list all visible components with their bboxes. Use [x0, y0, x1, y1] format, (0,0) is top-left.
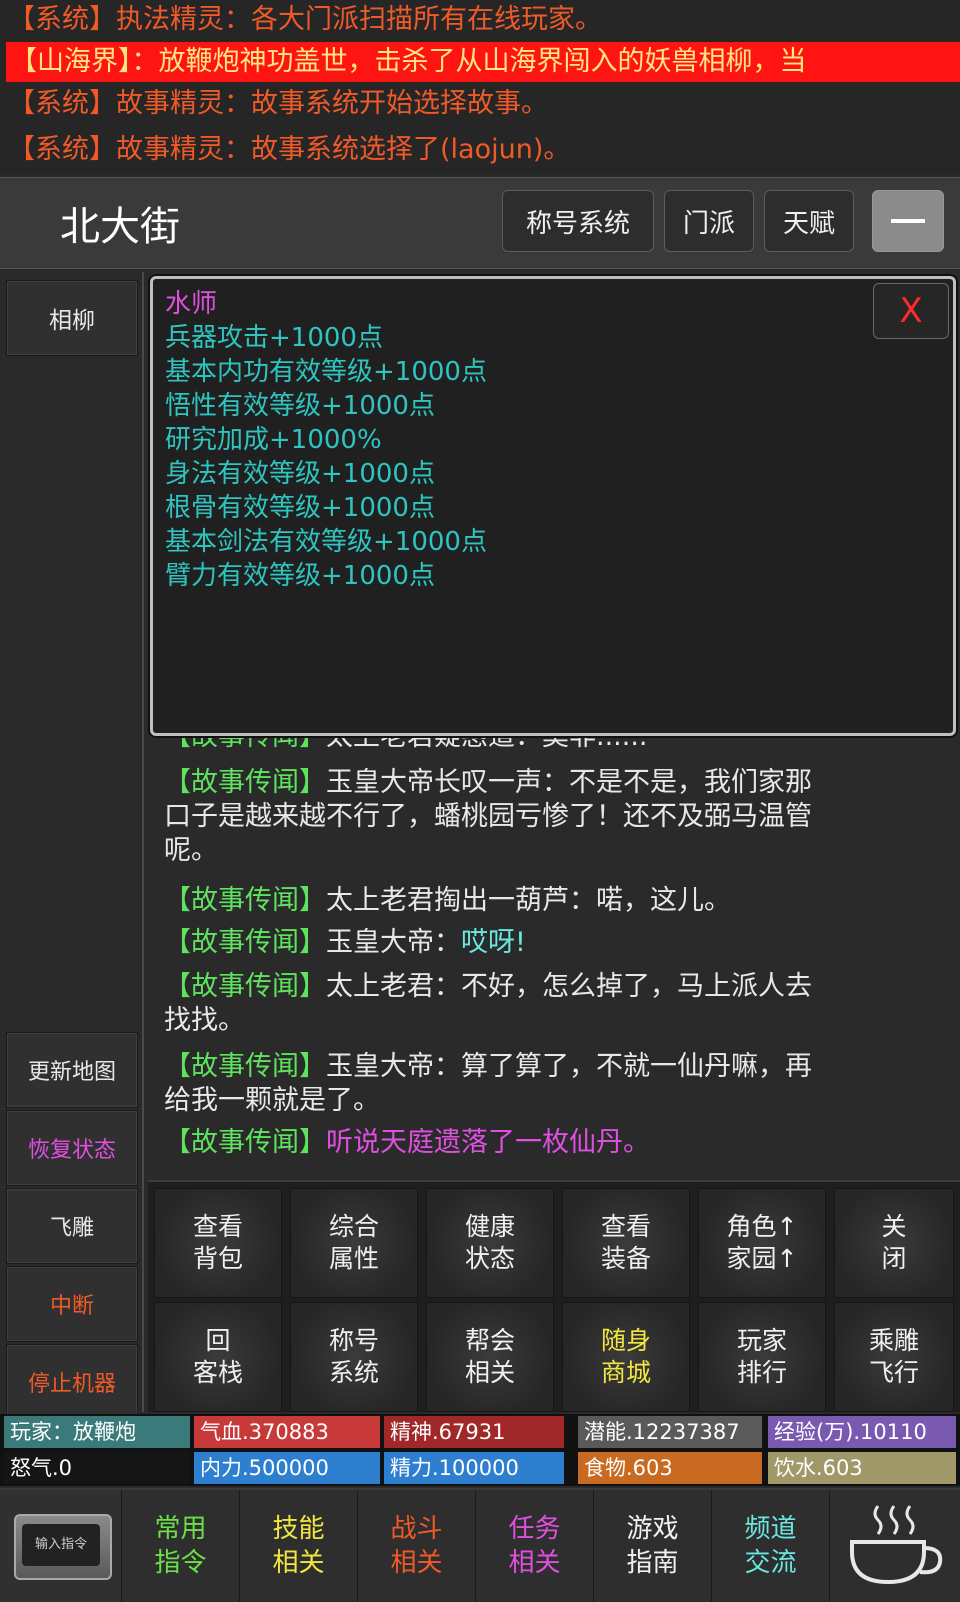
story-tag: 【故事传闻】 [164, 971, 326, 1002]
nav-label: 游戏 [626, 1514, 679, 1544]
stop-machine-button[interactable]: 停止机器 [6, 1344, 138, 1420]
popup-attribute: 悟性有效等级+1000点 [165, 391, 435, 421]
neili-bar: 内力.500000 [194, 1452, 380, 1484]
story-line: 【故事传闻】太上老君：不好，怎么掉了，马上派人去 找找。 [164, 971, 812, 1036]
food-bar: 食物.603 [578, 1452, 762, 1484]
popup-attribute: 身法有效等级+1000点 [165, 459, 435, 489]
story-line: 【故事传闻】听说天庭遗落了一枚仙丹。 [164, 1127, 650, 1158]
health-status-button[interactable]: 健康 状态 [426, 1188, 554, 1298]
nav-label: 相关 [390, 1548, 443, 1578]
close-panel-button[interactable]: 关闭 [834, 1188, 954, 1298]
story-tag: 【故事传闻】 [164, 927, 326, 958]
minimize-icon [891, 219, 925, 223]
system-message-highlight: 【山海界】：放鞭炮神功盖世，击杀了从山海界闯入的妖兽相柳，当 [6, 42, 960, 82]
story-tag: 【故事传闻】 [164, 885, 326, 916]
popup-attribute: 基本剑法有效等级+1000点 [165, 527, 487, 557]
eagle-flight-button[interactable]: 乘雕 飞行 [834, 1302, 954, 1412]
nav-label: 指令 [154, 1548, 207, 1578]
nav-label: 指南 [626, 1548, 679, 1578]
system-message-panel: 【系统】执法精灵：各大门派扫描所有在线玩家。 【山海界】：放鞭炮神功盖世，击杀了… [0, 0, 960, 175]
guild-button[interactable]: 帮会 相关 [426, 1302, 554, 1412]
story-tag: 【故事传闻】 [164, 1127, 326, 1158]
input-command-button[interactable]: 输入指令 [0, 1490, 122, 1602]
common-commands-button[interactable]: 常用 指令 [122, 1490, 240, 1602]
story-tag: 【故事传闻】 [164, 767, 326, 798]
system-message: 【系统】执法精灵：各大门派扫描所有在线玩家。 [8, 4, 602, 35]
popup-attribute: 基本内功有效等级+1000点 [165, 357, 487, 387]
ranking-button[interactable]: 玩家 排行 [698, 1302, 826, 1412]
nav-label: 频道 [744, 1514, 797, 1544]
player-name: 玩家：放鞭炮 [4, 1416, 190, 1448]
shop-button[interactable]: 随身 商城 [562, 1302, 690, 1412]
nav-label: 战斗 [390, 1514, 443, 1544]
hp-bar: 气血.370883 [194, 1416, 380, 1448]
popup-attribute: 根骨有效等级+1000点 [165, 493, 435, 523]
quests-button[interactable]: 任务 相关 [476, 1490, 594, 1602]
attributes-button[interactable]: 综合 属性 [290, 1188, 418, 1298]
story-line: 【故事传闻】玉皇大帝：哎呀! [164, 927, 526, 958]
story-line: 【故事传闻】太上老君掏出一葫芦：喏，这儿。 [164, 885, 731, 916]
return-inn-button[interactable]: 回客栈 [154, 1302, 282, 1412]
combat-button[interactable]: 战斗 相关 [358, 1490, 476, 1602]
title-system-grid-button[interactable]: 称号 系统 [290, 1302, 418, 1412]
game-guide-button[interactable]: 游戏 指南 [594, 1490, 712, 1602]
view-backpack-button[interactable]: 查看 背包 [154, 1188, 282, 1298]
nav-label: 常用 [154, 1514, 207, 1544]
nav-label: 相关 [272, 1548, 325, 1578]
role-home-button[interactable]: 角色↑ 家园↑ [698, 1188, 826, 1298]
bottom-navigation: 输入指令 常用 指令 技能 相关 战斗 相关 任务 相关 游戏 指南 频道 交流 [0, 1488, 960, 1602]
view-equipment-button[interactable]: 查看 装备 [562, 1188, 690, 1298]
nav-label: 任务 [508, 1514, 561, 1544]
system-message: 【系统】故事精灵：故事系统选择了(laojun)。 [8, 134, 571, 165]
potential-bar: 潜能.12237387 [578, 1416, 762, 1448]
sect-button[interactable]: 门派 [664, 190, 754, 252]
command-grid: 查看 背包 综合 属性 健康 状态 查看 装备 角色↑ 家园↑ 关闭 回客栈 称号 系统 帮… [148, 1180, 960, 1412]
channel-chat-button[interactable]: 频道 交流 [712, 1490, 830, 1602]
fly-eagle-button[interactable]: 飞雕 [6, 1188, 138, 1264]
popup-attribute: 臂力有效等级+1000点 [165, 561, 435, 591]
story-line: 【故事传闻】玉皇大帝长叹一声：不是不是，我们家那 口子是越来越不行了，蟠桃园亏惨… [164, 767, 812, 866]
nav-label: 技能 [272, 1514, 325, 1544]
story-line: 【故事传闻】玉皇大帝：算了算了，不就一仙丹嘛，再 给我一颗就是了。 [164, 1051, 812, 1116]
system-message: 【系统】故事精灵：故事系统开始选择故事。 [8, 88, 548, 119]
status-bars: 玩家：放鞭炮 气血.370883 精神.67931 潜能.12237387 经验… [0, 1414, 960, 1486]
npc-button[interactable]: 相柳 [6, 280, 138, 356]
story-tag: 【故事传闻】 [164, 1051, 326, 1082]
nav-label: 交流 [744, 1548, 797, 1578]
left-action-column: 相柳 更新地图 恢复状态 飞雕 中断 停止机器 [0, 272, 144, 1420]
interrupt-button[interactable]: 中断 [6, 1266, 138, 1342]
tea-cup-button[interactable] [830, 1490, 960, 1602]
location-header: 北大街 称号系统 门派 天赋 [0, 177, 960, 269]
nav-label: 相关 [508, 1548, 561, 1578]
popup-attribute: 研究加成+1000% [165, 425, 382, 455]
spirit-bar: 精神.67931 [384, 1416, 564, 1448]
keyboard-icon: 输入指令 [14, 1514, 112, 1580]
water-bar: 饮水.603 [768, 1452, 956, 1484]
jingli-bar: 精力.100000 [384, 1452, 564, 1484]
location-title: 北大街 [60, 204, 180, 250]
update-map-button[interactable]: 更新地图 [6, 1032, 138, 1108]
item-attribute-popup: 水师 兵器攻击+1000点 基本内功有效等级+1000点 悟性有效等级+1000… [150, 276, 956, 736]
rage-value: 怒气.0 [4, 1452, 190, 1484]
popup-title: 水师 [165, 289, 218, 319]
exp-bar: 经验(万).10110 [768, 1416, 956, 1448]
talent-button[interactable]: 天赋 [764, 190, 854, 252]
minimize-button[interactable] [872, 190, 944, 252]
skills-button[interactable]: 技能 相关 [240, 1490, 358, 1602]
popup-close-button[interactable]: X [873, 283, 949, 339]
restore-state-button[interactable]: 恢复状态 [6, 1110, 138, 1186]
tea-cup-icon [850, 1505, 943, 1585]
title-system-button[interactable]: 称号系统 [502, 190, 654, 252]
popup-attribute: 兵器攻击+1000点 [165, 323, 383, 353]
